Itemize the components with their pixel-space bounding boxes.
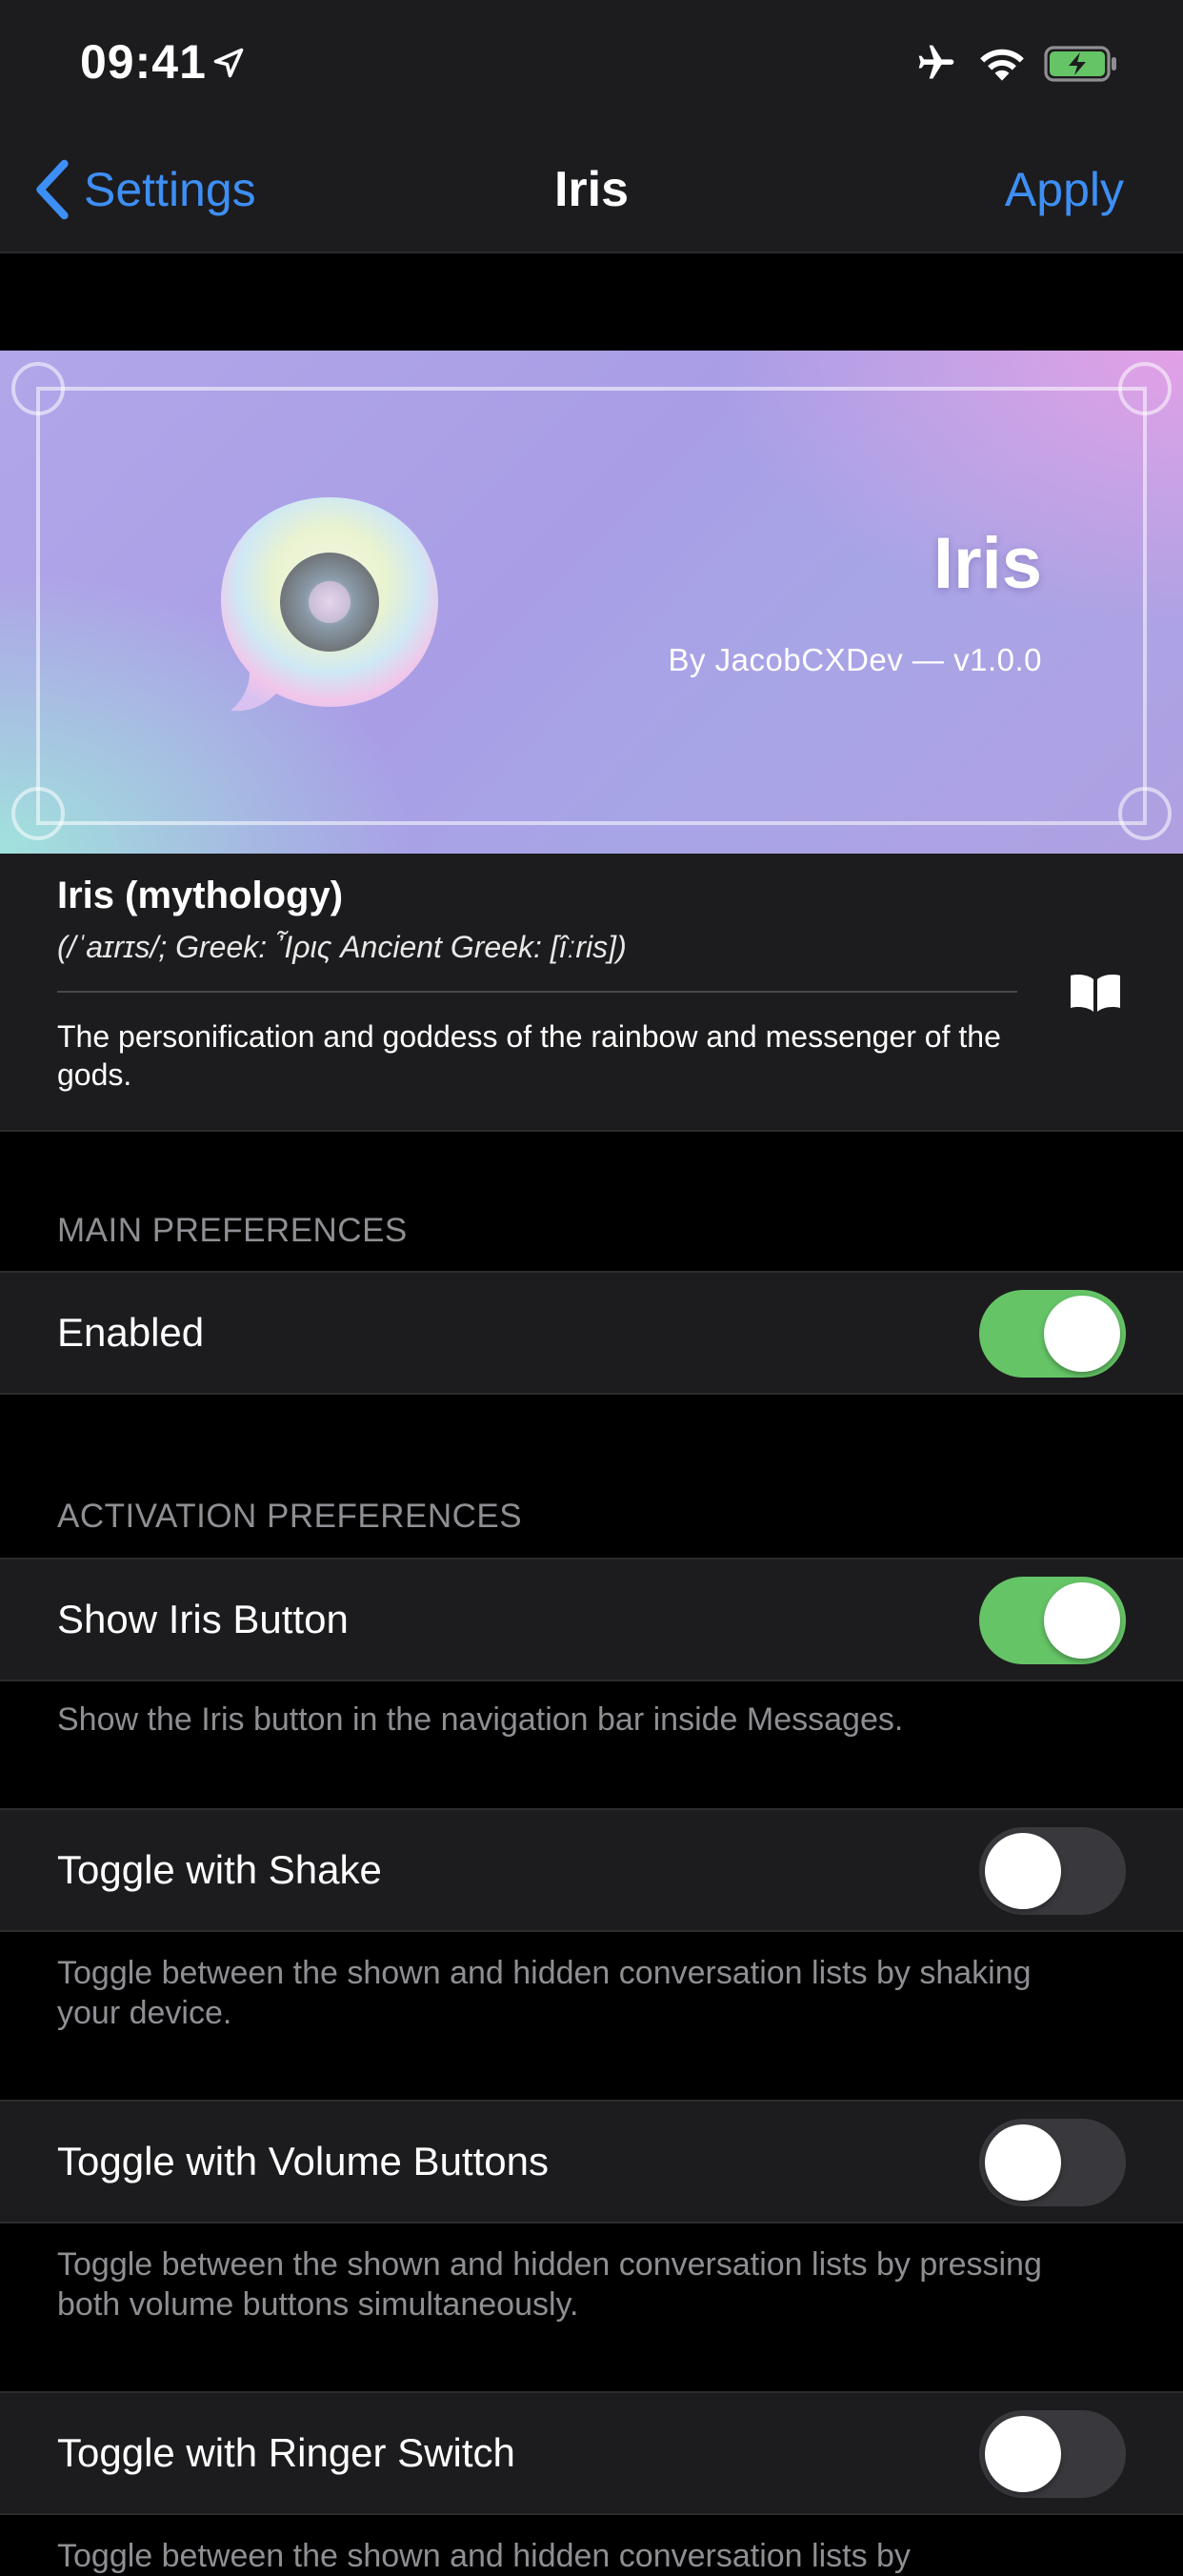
toggle-ringer-label: Toggle with Ringer Switch [57,2430,515,2475]
toggle-shake-label: Toggle with Shake [57,1847,382,1892]
show-iris-button-cell: Show Iris Button [0,1558,1183,1681]
toggle-shake-footer: Toggle between the shown and hidden conv… [57,1955,1032,2031]
section-header-main: MAIN PREFERENCES [57,1212,408,1249]
switch-knob [985,2416,1061,2492]
toggle-shake-switch[interactable] [979,1827,1126,1915]
switch-knob [985,1833,1061,1909]
enabled-label: Enabled [57,1310,205,1355]
show-iris-button-footer: Show the Iris button in the navigation b… [57,1701,904,1738]
show-iris-button-switch[interactable] [979,1577,1126,1664]
toggle-ringer-switch[interactable] [979,2410,1126,2498]
airplane-icon [918,45,954,79]
switch-knob [1044,1582,1120,1659]
toggle-ringer-cell: Toggle with Ringer Switch [0,2391,1183,2515]
chevron-left-icon [36,159,69,220]
status-time: 09:41 [80,35,207,89]
back-button[interactable]: Settings [32,156,256,223]
toggle-volume-switch[interactable] [979,2119,1126,2206]
section-header-activation: ACTIVATION PREFERENCES [57,1498,523,1535]
toggle-shake-cell: Toggle with Shake [0,1808,1183,1932]
divider [57,991,1017,993]
toggle-volume-footer: Toggle between the shown and hidden conv… [57,2246,1042,2323]
banner-subtitle: By JacobCXDev — v1.0.0 [668,642,1042,677]
mythology-pronunciation: (/ˈaɪrɪs/; Greek: Ἶρις Ancient Greek: [î… [57,930,627,964]
show-iris-button-label: Show Iris Button [57,1597,349,1641]
app-icon [221,497,438,712]
mythology-description: The personification and goddess of the r… [57,1019,1001,1092]
switch-knob [1044,1296,1120,1372]
enabled-cell: Enabled [0,1271,1183,1395]
switch-knob [985,2124,1061,2201]
header-banner: Iris By JacobCXDev — v1.0.0 [0,351,1183,854]
toggle-ringer-footer: Toggle between the shown and hidden conv… [57,2538,911,2574]
battery-charging-icon [1044,46,1116,82]
location-arrow-icon [213,48,244,78]
toggle-volume-label: Toggle with Volume Buttons [57,2139,549,2184]
status-bar: 09:41 [0,0,1183,128]
book-icon[interactable] [1069,972,1122,1014]
banner-title: Iris [932,523,1042,604]
mythology-cell[interactable]: Iris (mythology) (/ˈaɪrɪs/; Greek: Ἶρις … [0,854,1183,1132]
enabled-switch[interactable] [979,1290,1126,1378]
back-button-label: Settings [84,163,256,216]
toggle-volume-cell: Toggle with Volume Buttons [0,2100,1183,2224]
mythology-title: Iris (mythology) [57,875,344,916]
apply-button[interactable]: Apply [1005,156,1124,223]
wifi-icon [980,49,1024,81]
navigation-bar: Settings Iris Apply [0,128,1183,253]
